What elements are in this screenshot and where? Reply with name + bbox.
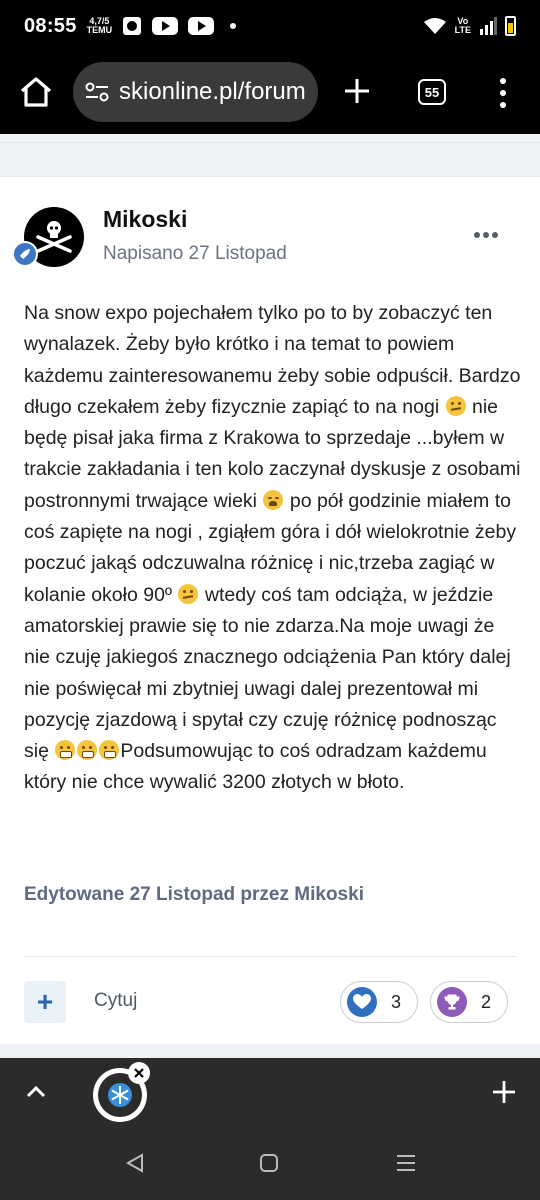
url-text: skionline.pl/forum — [119, 78, 306, 105]
reaction-like[interactable]: 3 — [340, 981, 418, 1023]
author-name[interactable]: Mikoski — [103, 206, 187, 233]
tired-emoji-icon — [263, 489, 284, 510]
signal-icon — [480, 17, 497, 35]
multiquote-button[interactable]: + — [24, 981, 66, 1023]
trophy-count: 2 — [481, 991, 492, 1012]
rank-badge — [12, 241, 38, 267]
chevron-up-icon[interactable] — [22, 1078, 50, 1106]
quote-button[interactable]: Cytuj — [94, 990, 137, 1012]
grin-emoji-icon-3 — [99, 740, 120, 761]
wifi-icon — [423, 18, 446, 34]
battery-icon — [505, 16, 516, 36]
browser-bottom-bar — [0, 1058, 540, 1124]
youtube-icon-2 — [188, 17, 215, 35]
grin-emoji-icon-2 — [77, 740, 98, 761]
temu-notification-icon: 4,7/5 TEMU — [86, 16, 113, 35]
post-date: Napisano 27 Listopad — [103, 243, 287, 264]
more-notifications-dot — [230, 23, 237, 29]
status-bar: 08:55 4,7/5 TEMU Vo LTE — [0, 0, 540, 52]
post-text-1: Na snow expo pojechałem tylko po to by z… — [24, 302, 521, 418]
youtube-icon — [152, 17, 179, 35]
overflow-menu-icon[interactable] — [496, 78, 510, 108]
recents-icon[interactable] — [395, 1152, 417, 1174]
home-icon[interactable] — [18, 74, 54, 110]
post-divider — [24, 956, 516, 957]
next-post-edge — [0, 1044, 540, 1058]
home-nav-icon[interactable] — [259, 1153, 279, 1173]
post-text-4: wtedy coś tam odciąża, w jeździe amators… — [24, 583, 511, 763]
system-navigation-bar — [0, 1124, 540, 1200]
reaction-trophy[interactable]: 2 — [430, 981, 508, 1023]
site-settings-icon[interactable] — [85, 81, 109, 103]
tab-switcher-button[interactable]: 55 — [418, 79, 446, 105]
address-bar[interactable]: skionline.pl/forum — [73, 62, 318, 122]
app-notification-icon — [123, 17, 142, 35]
volte-icon: Vo LTE — [454, 16, 471, 35]
forum-post: Mikoski Napisano 27 Listopad Na snow exp… — [0, 176, 540, 1044]
post-options-icon[interactable] — [474, 232, 498, 238]
status-time: 08:55 — [24, 14, 77, 37]
previous-post-edge — [0, 134, 540, 176]
rocket-icon — [20, 249, 30, 259]
browser-toolbar: skionline.pl/forum 55 — [0, 52, 540, 134]
plus-icon[interactable] — [490, 1078, 518, 1106]
trophy-icon — [437, 987, 467, 1017]
confused-emoji-icon — [445, 395, 466, 416]
heart-icon — [347, 987, 377, 1017]
new-tab-icon[interactable] — [342, 76, 372, 106]
snowflake-icon — [108, 1083, 132, 1107]
close-icon[interactable] — [128, 1062, 150, 1084]
post-content: Na snow expo pojechałem tylko po to by z… — [24, 298, 524, 799]
confused-emoji-icon-2 — [178, 583, 199, 604]
like-count: 3 — [391, 991, 402, 1012]
edited-note: Edytowane 27 Listopad przez Mikoski — [24, 884, 364, 905]
back-icon[interactable] — [124, 1152, 146, 1174]
system-icons: Vo LTE — [423, 16, 516, 36]
grin-emoji-icon — [55, 740, 76, 761]
notification-icons: 4,7/5 TEMU — [87, 16, 237, 36]
